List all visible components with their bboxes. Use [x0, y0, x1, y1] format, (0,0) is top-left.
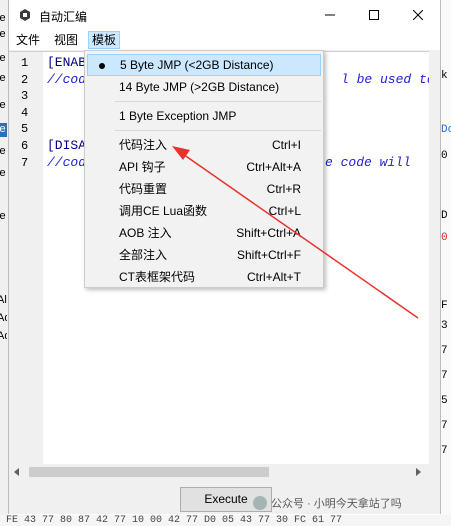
arrow-line [179, 151, 419, 319]
annotation-arrow [172, 146, 419, 319]
